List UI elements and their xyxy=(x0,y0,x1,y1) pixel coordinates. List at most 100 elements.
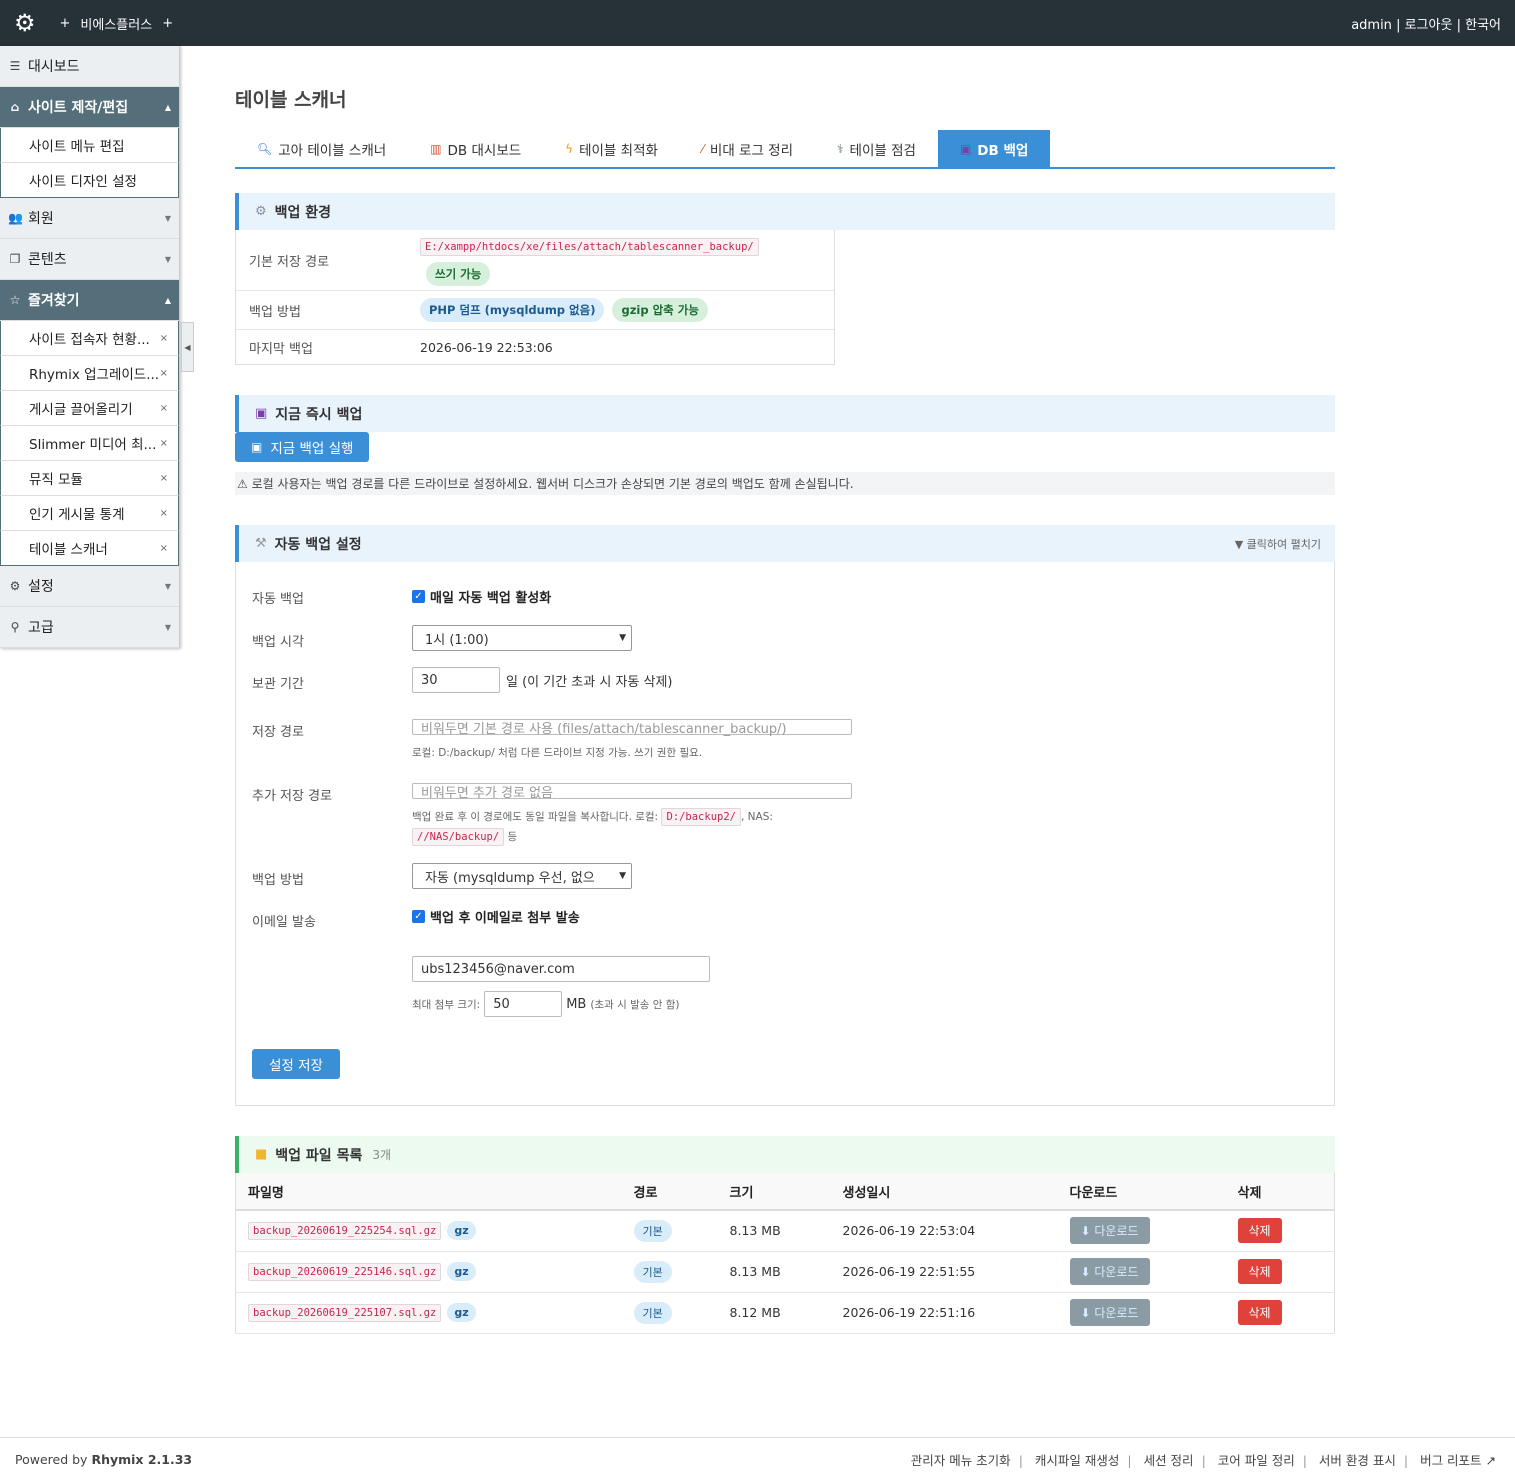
max-size-label: 최대 첨부 크기: xyxy=(412,998,481,1011)
run-backup-button[interactable]: ▣ 지금 백업 실행 xyxy=(235,432,370,462)
extra-path-input[interactable]: 비워두면 추가 경로 없음 xyxy=(412,783,852,801)
floppy-disk-icon: ▣ xyxy=(959,141,972,156)
remove-favorite-icon[interactable]: × xyxy=(160,473,168,484)
email-input[interactable]: ubs123456@naver.com xyxy=(412,956,710,982)
remove-favorite-icon[interactable]: × xyxy=(160,403,168,414)
language-link[interactable]: 한국어 xyxy=(1465,18,1501,33)
field-label: 자동 백업 xyxy=(252,592,304,607)
caret-up-icon: ▲ xyxy=(164,102,171,112)
sidebar-item-favorites[interactable]: ☆ 즐겨찾기 ▲ xyxy=(0,280,179,321)
plus-icon[interactable]: + xyxy=(60,16,71,31)
expand-toggle[interactable]: ▼ 클릭하여 펼치기 xyxy=(1235,536,1321,552)
favorite-item[interactable]: Rhymix 업그레이드... × xyxy=(0,356,179,391)
example-path-code: //NAS/backup/ xyxy=(412,828,505,846)
delete-button[interactable]: 삭제 xyxy=(1237,1259,1282,1284)
section-title: 자동 백업 설정 xyxy=(274,536,362,553)
separator: | xyxy=(1018,1452,1023,1468)
delete-button[interactable]: 삭제 xyxy=(1237,1300,1282,1325)
file-date: 2026-06-19 22:51:55 xyxy=(830,1251,1058,1293)
lightbulb-icon: ⚲ xyxy=(10,620,20,634)
home-icon: ⌂ xyxy=(10,100,20,114)
path-badge: 기본 xyxy=(633,1219,672,1242)
tab-label: 비대 로그 정리 xyxy=(709,142,794,159)
caret-down-icon: ▼ xyxy=(164,254,171,264)
sidebar-subitem-site-menu[interactable]: 사이트 메뉴 편집 xyxy=(0,128,179,163)
site-brand-link[interactable]: 비에스플러스 xyxy=(80,14,152,33)
powered-text: Powered by xyxy=(15,1451,88,1467)
favorite-item[interactable]: 게시글 끌어올리기 × xyxy=(0,391,179,426)
backup-method-select[interactable]: 자동 (mysqldump 우선, 없으 ▼ xyxy=(412,863,632,889)
tab-table-check[interactable]: ⚕ 테이블 점검 xyxy=(815,130,938,167)
remove-favorite-icon[interactable]: × xyxy=(160,333,168,344)
footer-link-reset-menu[interactable]: 관리자 메뉴 초기화 xyxy=(911,1453,1011,1468)
download-button[interactable]: ⬇ 다운로드 xyxy=(1069,1258,1150,1285)
sidebar-subitem-site-design[interactable]: 사이트 디자인 설정 xyxy=(0,163,179,198)
sidebar-item-label: 고급 xyxy=(28,620,54,636)
separator: | xyxy=(1396,17,1401,33)
max-size-input[interactable]: 50 xyxy=(484,991,563,1017)
max-size-unit: MB xyxy=(566,996,587,1012)
plus-icon[interactable]: + xyxy=(162,16,173,31)
gear-icon: ⚙ xyxy=(9,579,21,593)
sidebar-item-member[interactable]: 👥 회원 ▼ xyxy=(0,198,179,239)
gz-badge: gz xyxy=(447,1262,476,1281)
footer-link-core-cleanup[interactable]: 코어 파일 정리 xyxy=(1218,1453,1295,1468)
gear-icon[interactable]: ⚙ xyxy=(14,11,36,35)
tab-db-dashboard[interactable]: ▥ DB 대시보드 xyxy=(408,130,543,167)
file-size: 8.13 MB xyxy=(717,1251,831,1293)
sidebar-item-site-edit[interactable]: ⌂ 사이트 제작/편집 ▲ xyxy=(0,87,179,128)
sidebar-item-label: 즐겨찾기 xyxy=(28,293,80,309)
favorite-item[interactable]: 뮤직 모듈 × xyxy=(0,461,179,496)
file-name: backup_20260619_225107.sql.gz xyxy=(248,1304,442,1322)
sidebar-item-contents[interactable]: ❐ 콘텐츠 ▼ xyxy=(0,239,179,280)
remove-favorite-icon[interactable]: × xyxy=(160,543,168,554)
section-header-instant-backup: ▣ 지금 즉시 백업 xyxy=(235,395,1335,432)
select-value: 자동 (mysqldump 우선, 없으 xyxy=(425,870,595,886)
backup-path-input[interactable]: 비워두면 기본 경로 사용 (files/attach/tablescanner… xyxy=(412,719,852,737)
stethoscope-icon: ⚕ xyxy=(837,141,844,156)
footer-link-session-cleanup[interactable]: 세션 정리 xyxy=(1144,1453,1194,1468)
favorite-item[interactable]: 테이블 스캐너 × xyxy=(0,531,179,566)
delete-button[interactable]: 삭제 xyxy=(1237,1218,1282,1244)
sidebar-item-dashboard[interactable]: ☰ 대시보드 xyxy=(0,46,179,87)
favorite-item-label: 뮤직 모듈 xyxy=(29,472,83,488)
tab-orphan-scanner[interactable]: 🔍︎ 고아 테이블 스캐너 xyxy=(235,130,408,167)
section-header-auto-backup[interactable]: ⚒ 자동 백업 설정 ▼ 클릭하여 펼치기 xyxy=(235,525,1335,562)
logout-link[interactable]: 로그아웃 xyxy=(1405,18,1453,33)
auto-backup-checkbox[interactable]: ✓ 매일 자동 백업 활성화 xyxy=(412,582,551,606)
download-button[interactable]: ⬇ 다운로드 xyxy=(1069,1217,1150,1245)
remove-favorite-icon[interactable]: × xyxy=(160,438,168,449)
admin-sidebar: ☰ 대시보드 ⌂ 사이트 제작/편집 ▲ 사이트 메뉴 편집 사이트 디자인 설… xyxy=(0,46,180,648)
writable-badge: 쓰기 가능 xyxy=(426,262,491,286)
favorite-item[interactable]: Slimmer 미디어 최... × xyxy=(0,426,179,461)
caret-down-icon: ▼ xyxy=(164,213,171,223)
file-name: backup_20260619_225146.sql.gz xyxy=(248,1263,442,1281)
check-icon: ✓ xyxy=(412,590,425,603)
floppy-disk-icon: ▣ xyxy=(255,406,268,421)
footer-link-server-env[interactable]: 서버 환경 표시 xyxy=(1319,1453,1396,1468)
sidebar-item-advanced[interactable]: ⚲ 고급 ▼ xyxy=(0,607,179,648)
menu-icon: ☰ xyxy=(9,59,21,73)
powered-by: Powered by Rhymix 2.1.33 xyxy=(15,1452,192,1467)
favorite-item[interactable]: 사이트 접속자 현황... × xyxy=(0,321,179,356)
sidebar-collapse-toggle[interactable]: ◀ xyxy=(181,322,194,372)
remove-favorite-icon[interactable]: × xyxy=(160,508,168,519)
user-link[interactable]: admin xyxy=(1351,18,1392,33)
help-text: 백업 완료 후 이 경로에도 동일 파일을 복사합니다. 로컬: D:/back… xyxy=(412,807,1318,847)
download-button[interactable]: ⬇ 다운로드 xyxy=(1069,1299,1150,1326)
save-settings-button[interactable]: 설정 저장 xyxy=(252,1049,340,1079)
sidebar-item-label: 콘텐츠 xyxy=(28,252,67,268)
favorite-item[interactable]: 인기 게시물 통계 × xyxy=(0,496,179,531)
sidebar-item-label: 설정 xyxy=(28,579,54,595)
retention-input[interactable]: 30 xyxy=(412,667,500,693)
favorite-item-label: 게시글 끌어올리기 xyxy=(29,402,133,418)
tab-log-cleanup[interactable]: ⁄ 비대 로그 정리 xyxy=(680,130,815,167)
sidebar-item-settings[interactable]: ⚙ 설정 ▼ xyxy=(0,566,179,607)
email-checkbox[interactable]: ✓ 백업 후 이메일로 첨부 발송 xyxy=(412,905,580,926)
tab-db-backup[interactable]: ▣ DB 백업 xyxy=(937,130,1051,167)
remove-favorite-icon[interactable]: × xyxy=(160,368,168,379)
footer-link-bug-report[interactable]: 버그 리포트 ↗ xyxy=(1420,1453,1496,1468)
footer-link-regen-cache[interactable]: 캐시파일 재생성 xyxy=(1035,1453,1119,1468)
backup-time-select[interactable]: 1시 (1:00) ▼ xyxy=(412,625,632,651)
tab-table-optimize[interactable]: ϟ 테이블 최적화 xyxy=(543,130,680,167)
